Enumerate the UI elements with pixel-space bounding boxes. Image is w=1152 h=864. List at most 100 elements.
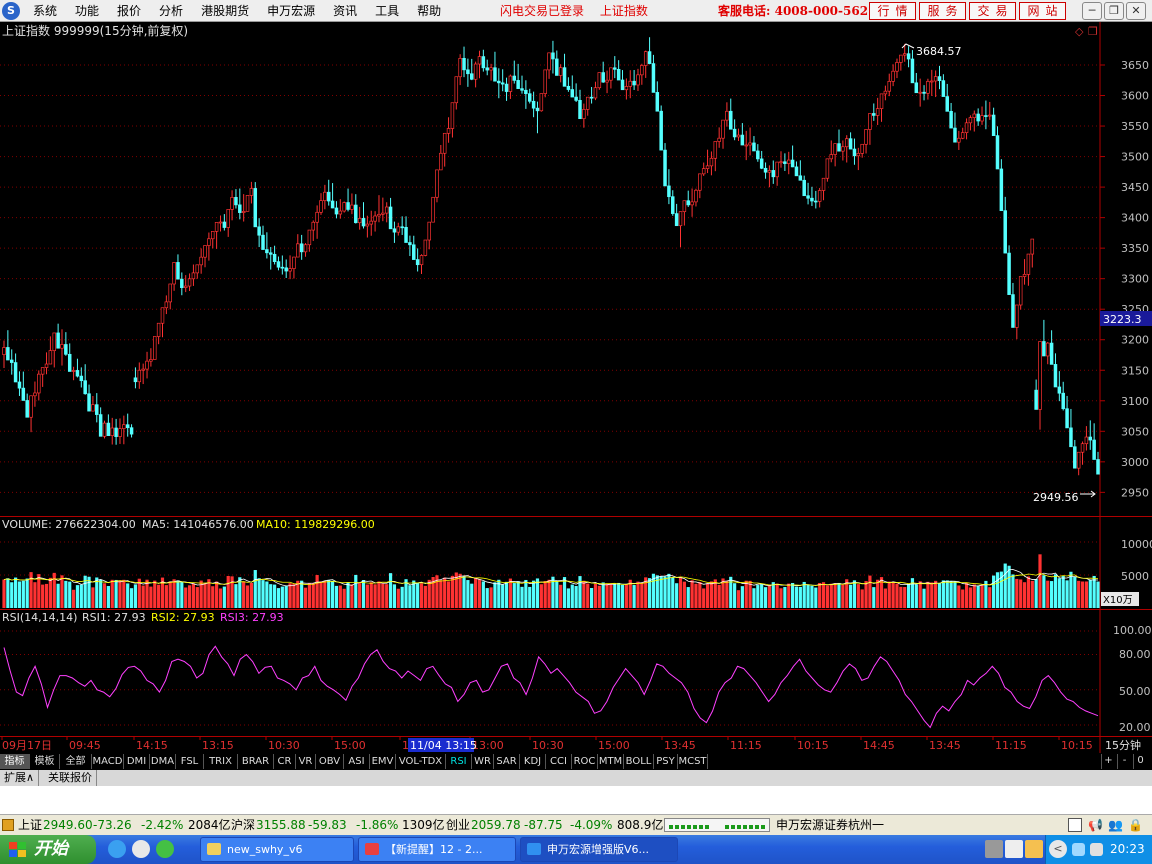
indicator-tab-bar: 指标 模板 全部 MACD DMI DMA FSL TRIX BRAR CR VR OBV ASI EMV…: [0, 753, 1152, 770]
indicator-tab-cr[interactable]: CR: [274, 754, 296, 769]
extend-toggle[interactable]: 扩展∧: [0, 770, 40, 786]
candle: [446, 117, 451, 143]
quotes-button[interactable]: 行情: [869, 2, 916, 20]
media-icon[interactable]: [156, 840, 174, 858]
volume-bar: [91, 587, 95, 608]
indicator-tab-指标[interactable]: 指标: [0, 754, 30, 769]
add-indicator-button[interactable]: +: [1101, 754, 1115, 769]
chart-area[interactable]: 3650 3600 3550 3500 3450 3400 3350 3300 3250 3200…: [0, 22, 1152, 753]
hs-index-price[interactable]: 3155.88: [256, 815, 306, 835]
indicator-tab-emv[interactable]: EMV: [370, 754, 396, 769]
network-icon[interactable]: [1072, 843, 1085, 856]
indicator-tab-fsl[interactable]: FSL: [176, 754, 204, 769]
clock[interactable]: 20:23: [1110, 835, 1145, 864]
indicator-tab-rsi[interactable]: RSI: [446, 754, 472, 769]
expand-icon[interactable]: ◇: [1075, 25, 1084, 38]
candle: [191, 264, 196, 286]
volume-bar: [891, 581, 895, 608]
tray-expand-icon[interactable]: <: [1049, 840, 1067, 858]
indicator-tab-brar[interactable]: BRAR: [238, 754, 274, 769]
indicator-tab-asi[interactable]: ASI: [344, 754, 370, 769]
candlesticks[interactable]: [2, 37, 1100, 476]
candle: [33, 381, 37, 407]
related-quotes-tab[interactable]: 关联报价: [44, 770, 97, 786]
candle-body: [636, 74, 640, 86]
menu-item-quotes[interactable]: 报价: [108, 0, 150, 22]
ie-icon[interactable]: [108, 840, 126, 858]
start-button[interactable]: 开始: [0, 835, 96, 864]
volume-bar: [964, 582, 969, 608]
volume-bar: [474, 577, 478, 608]
indicator-tab-模板[interactable]: 模板: [30, 754, 60, 769]
volume-bar: [1026, 576, 1031, 608]
taskbar-app-button[interactable]: 申万宏源增强版V6...: [520, 837, 678, 862]
period-label[interactable]: 15分钟: [1105, 738, 1141, 752]
website-button[interactable]: 网站: [1019, 2, 1066, 20]
indicator-tab-obv[interactable]: OBV: [316, 754, 344, 769]
menu-item-system[interactable]: 系统: [24, 0, 66, 22]
indicator-tab-psy[interactable]: PSY: [654, 754, 678, 769]
menu-item-hk-futures[interactable]: 港股期货: [192, 0, 258, 22]
help-icon[interactable]: [1005, 840, 1023, 858]
candle-body: [412, 244, 416, 260]
menu-item-function[interactable]: 功能: [66, 0, 108, 22]
lock-icon[interactable]: 🔒: [1128, 815, 1143, 835]
volume-bars[interactable]: [2, 554, 1100, 608]
trade-button[interactable]: 交易: [969, 2, 1016, 20]
indicator-tab-boll[interactable]: BOLL: [624, 754, 654, 769]
candle-body: [632, 80, 636, 86]
volume-icon[interactable]: [1090, 843, 1103, 856]
close-icon[interactable]: ✕: [1126, 2, 1146, 20]
menu-item-analysis[interactable]: 分析: [150, 0, 192, 22]
candle: [392, 221, 397, 243]
menu-item-news[interactable]: 资讯: [324, 0, 366, 22]
float-window-icon[interactable]: ❐: [1088, 25, 1098, 38]
rsi-line[interactable]: [3, 645, 1099, 729]
menu-item-tools[interactable]: 工具: [366, 0, 408, 22]
indicator-tab-roc[interactable]: ROC: [572, 754, 598, 769]
kline-chart[interactable]: 3650360035503500345034003350330032503200…: [0, 22, 1152, 753]
menu-item-broker[interactable]: 申万宏源: [258, 0, 324, 22]
indicator-tab-macd[interactable]: MACD: [92, 754, 124, 769]
service-button[interactable]: 服务: [919, 2, 966, 20]
ime-icon[interactable]: [1025, 840, 1043, 858]
indicator-tab-kdj[interactable]: KDJ: [520, 754, 546, 769]
candle-body: [6, 347, 10, 361]
flash-trade-status[interactable]: 闪电交易已登录: [500, 4, 584, 18]
indicator-tab-mcst[interactable]: MCST: [678, 754, 708, 769]
desktop-icon[interactable]: [132, 840, 150, 858]
candle-body: [265, 249, 269, 254]
indicator-tab-vol-tdx[interactable]: VOL-TDX: [396, 754, 446, 769]
indicator-tab-dmi[interactable]: DMI: [124, 754, 150, 769]
taskbar-folder-button[interactable]: new_swhy_v6: [200, 837, 354, 862]
volume-bar: [926, 581, 930, 608]
candle-body: [257, 226, 261, 236]
volume-bar: [419, 583, 424, 608]
menu-item-help[interactable]: 帮助: [408, 0, 450, 22]
indicator-tab-cci[interactable]: CCI: [546, 754, 572, 769]
candle-body: [539, 93, 544, 112]
keyboard-icon[interactable]: [985, 840, 1003, 858]
indicator-tab-全部[interactable]: 全部: [60, 754, 92, 769]
indicator-tab-vr[interactable]: VR: [296, 754, 316, 769]
indicator-tab-sar[interactable]: SAR: [494, 754, 520, 769]
reset-indicator-button[interactable]: 0: [1133, 754, 1147, 769]
candle: [798, 160, 803, 181]
minimize-icon[interactable]: ─: [1082, 2, 1102, 20]
taskbar-browser-button[interactable]: 【新提醒】12 - 2...: [358, 837, 516, 862]
indicator-tab-dma[interactable]: DMA: [150, 754, 176, 769]
restore-icon[interactable]: ❐: [1104, 2, 1124, 20]
window-icon[interactable]: [1068, 818, 1082, 832]
candle: [779, 151, 783, 168]
broadcast-icon[interactable]: 📢: [1088, 815, 1103, 835]
indicator-tab-mtm[interactable]: MTM: [598, 754, 624, 769]
indicator-tab-trix[interactable]: TRIX: [204, 754, 238, 769]
indicator-tab-wr[interactable]: WR: [472, 754, 494, 769]
people-icon[interactable]: 👥: [1108, 815, 1123, 835]
price-axis-label: 3000: [1121, 456, 1149, 469]
candle: [1026, 253, 1031, 286]
remove-indicator-button[interactable]: -: [1117, 754, 1131, 769]
cy-index-price[interactable]: 2059.78: [471, 815, 521, 835]
sh-index-price[interactable]: 2949.60: [43, 815, 93, 835]
candle-body: [284, 267, 288, 272]
